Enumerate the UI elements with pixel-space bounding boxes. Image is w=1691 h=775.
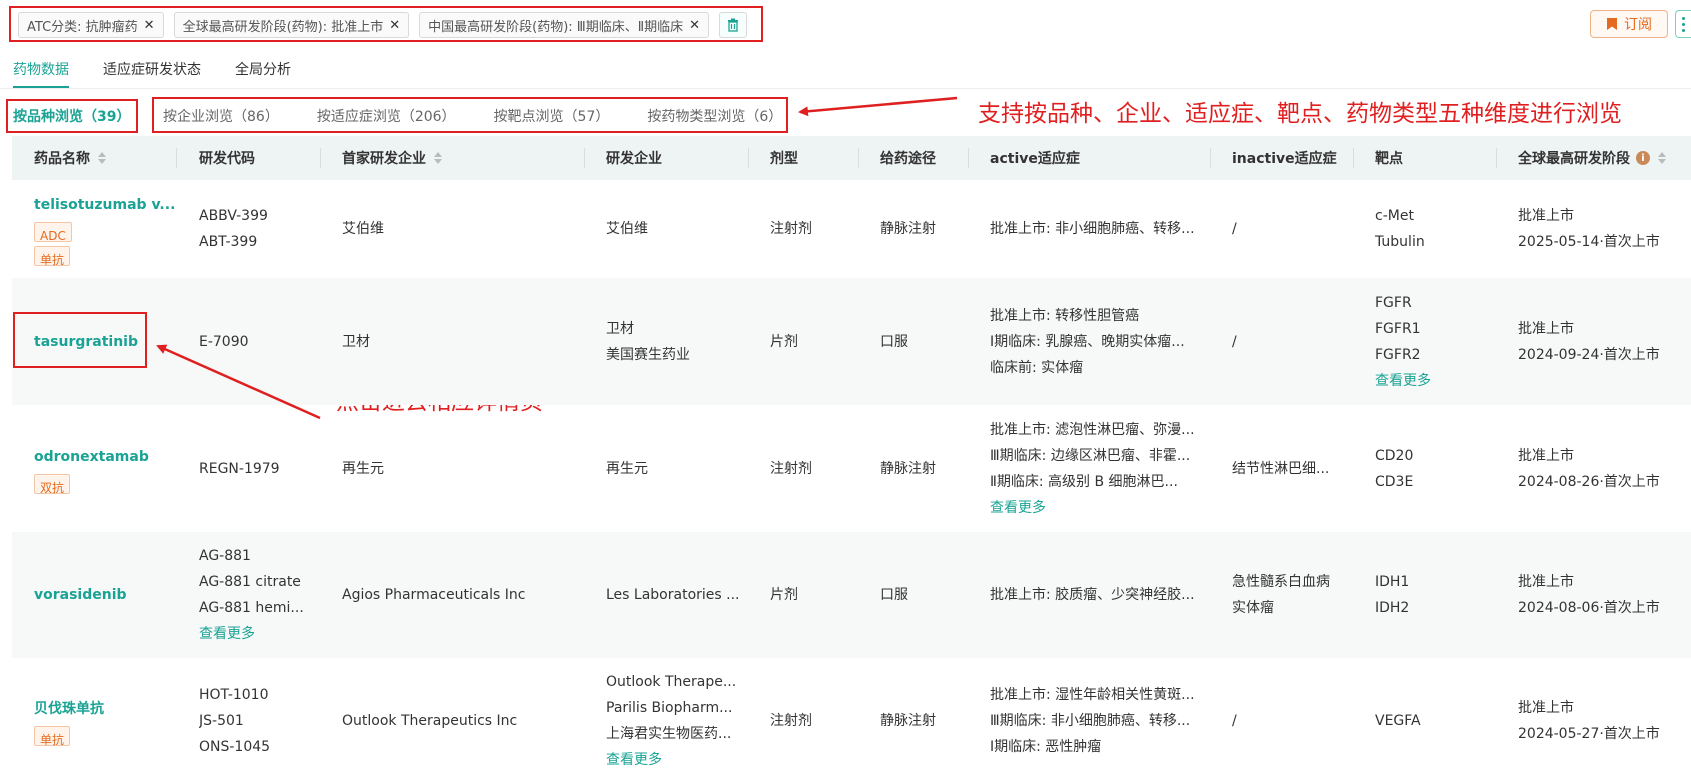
annotation-arrows: [156, 96, 958, 420]
arrow-to-browse: [798, 96, 958, 117]
arrow-to-drug: [156, 344, 321, 420]
